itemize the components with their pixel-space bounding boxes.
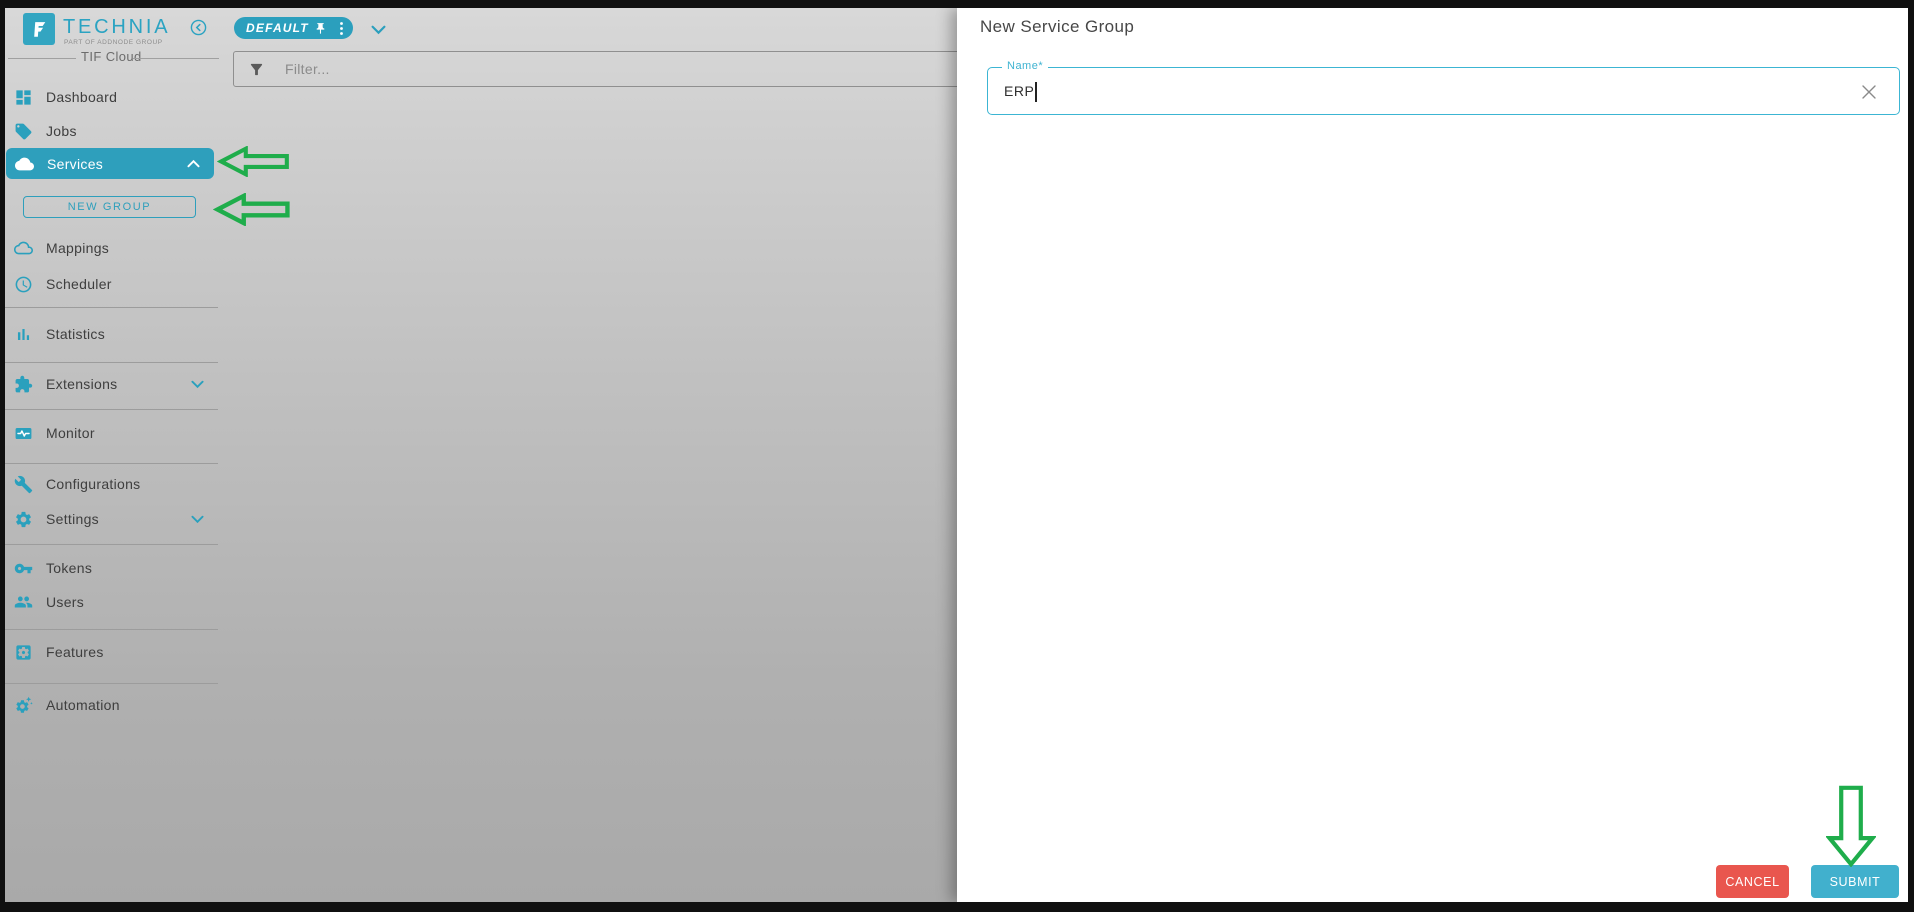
sidebar-item-label: Jobs (46, 123, 77, 139)
configurations-wrench-icon (14, 475, 33, 494)
clear-input-icon[interactable] (1861, 84, 1877, 100)
app-root: TECHNIA PART OF ADDNODE GROUP DEFAULT TI… (5, 8, 1908, 902)
brand-wordmark: TECHNIA (63, 16, 171, 38)
submit-button[interactable]: SUBMIT (1811, 865, 1899, 898)
sidebar-divider (5, 409, 218, 410)
sidebar-divider (5, 683, 218, 684)
sidebar-item-scheduler[interactable]: Scheduler (5, 269, 218, 299)
mappings-cloud-icon (14, 239, 33, 258)
dashboard-icon (14, 88, 33, 107)
environment-chevron-down-icon[interactable] (371, 22, 386, 40)
pin-icon (314, 22, 327, 35)
sidebar-item-label: Dashboard (46, 89, 118, 105)
sidebar-divider (5, 629, 218, 630)
features-gear-square-icon (14, 643, 33, 662)
jobs-tag-icon (14, 122, 33, 141)
monitor-pulse-icon (14, 424, 33, 443)
sidebar-item-extensions[interactable]: Extensions (5, 369, 218, 399)
sidebar-item-dashboard[interactable]: Dashboard (5, 82, 218, 112)
chevron-up-icon[interactable] (187, 159, 200, 168)
extensions-puzzle-icon (14, 375, 33, 394)
sidebar-item-label: Configurations (46, 476, 141, 492)
main-content-dimmed: TECHNIA PART OF ADDNODE GROUP DEFAULT TI… (5, 8, 961, 902)
sidebar-item-label: Automation (46, 697, 120, 713)
sidebar-item-label: Users (46, 594, 85, 610)
statistics-bars-icon (14, 325, 33, 344)
sidebar-item-monitor[interactable]: Monitor (5, 418, 218, 448)
sidebar-item-configurations[interactable]: Configurations (5, 469, 218, 499)
annotation-arrow-new-group (213, 193, 290, 226)
kebab-menu-icon[interactable] (339, 21, 344, 36)
annotation-arrow-services (217, 146, 289, 177)
new-service-group-dialog: New Service Group Name* CANCEL SUBMIT (957, 8, 1908, 902)
sidebar-item-tokens[interactable]: Tokens (5, 553, 218, 583)
sidebar-divider (5, 307, 218, 308)
window-frame: TECHNIA PART OF ADDNODE GROUP DEFAULT TI… (0, 0, 1914, 912)
name-field-outline: Name* (987, 60, 1900, 115)
app-name-header: TIF Cloud (5, 49, 219, 67)
name-input[interactable] (1004, 69, 1824, 112)
chevron-down-icon[interactable] (191, 380, 204, 389)
sidebar-item-users[interactable]: Users (5, 587, 218, 617)
environment-badge-label: DEFAULT (246, 21, 309, 35)
collapse-sidebar-button[interactable] (190, 19, 207, 36)
divider-line (8, 58, 76, 59)
sidebar-item-label: Settings (46, 511, 99, 527)
brand-tagline: PART OF ADDNODE GROUP (64, 39, 163, 46)
filter-funnel-icon (248, 61, 265, 78)
sidebar-item-label: Scheduler (46, 276, 112, 292)
sidebar-item-mappings[interactable]: Mappings (5, 233, 218, 263)
text-caret (1035, 82, 1037, 102)
sidebar-item-automation[interactable]: Automation (5, 690, 218, 720)
annotation-arrow-submit (1826, 785, 1876, 867)
sidebar-item-label: Features (46, 644, 104, 660)
sidebar-item-label: Mappings (46, 240, 110, 256)
sidebar-item-label: Statistics (46, 326, 106, 342)
users-group-icon (14, 593, 33, 612)
technia-logo-icon (23, 13, 55, 45)
sidebar-item-label: Monitor (46, 425, 95, 441)
automation-gear-sparkle-icon (14, 696, 33, 715)
new-group-button[interactable]: NEW GROUP (23, 196, 196, 218)
tokens-key-icon (14, 559, 33, 578)
filter-input-wrapper[interactable]: Filter... (233, 51, 961, 87)
scheduler-clock-icon (14, 275, 33, 294)
services-cloud-icon (15, 154, 34, 173)
divider-line (133, 58, 219, 59)
sidebar-item-label: Services (47, 155, 104, 172)
sidebar-divider (5, 544, 218, 545)
sidebar-item-jobs[interactable]: Jobs (5, 116, 218, 146)
environment-selector[interactable]: DEFAULT (234, 17, 353, 39)
cancel-button[interactable]: CANCEL (1716, 865, 1789, 898)
filter-placeholder: Filter... (285, 61, 330, 77)
sidebar-item-label: Extensions (46, 376, 118, 392)
chevron-down-icon[interactable] (191, 515, 204, 524)
app-name-label: TIF Cloud (81, 49, 142, 64)
sidebar-item-statistics[interactable]: Statistics (5, 319, 218, 349)
sidebar-item-services[interactable]: Services (6, 148, 214, 179)
sidebar-item-settings[interactable]: Settings (5, 504, 218, 534)
settings-gear-icon (14, 510, 33, 529)
sidebar-item-label: Tokens (46, 560, 93, 576)
sidebar-divider (5, 362, 218, 363)
sidebar-divider (5, 463, 218, 464)
dialog-title: New Service Group (980, 17, 1135, 36)
sidebar-item-features[interactable]: Features (5, 637, 218, 667)
